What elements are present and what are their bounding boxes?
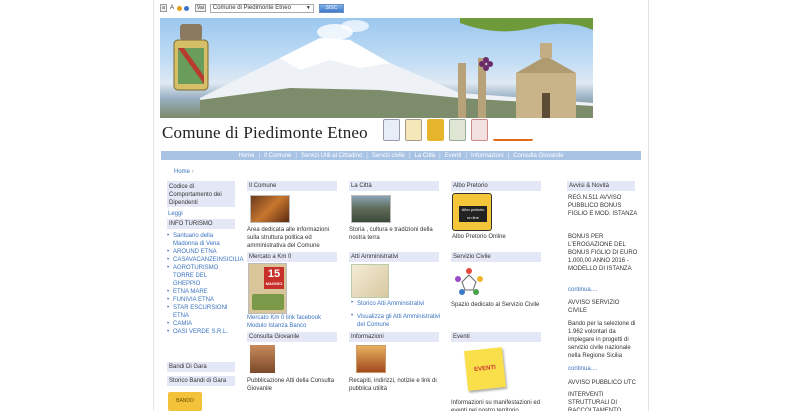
list-item[interactable]: CAMIA (167, 320, 243, 328)
poster-day: 15 (267, 268, 281, 280)
list-item[interactable]: CASAVACANZEINSICILIA (167, 256, 243, 264)
breadcrumb-home[interactable]: Home (174, 169, 190, 175)
nav-item-informazioni[interactable]: Informazioni (471, 153, 504, 159)
albo-text[interactable]: Albo Pretorio Online (452, 233, 506, 241)
visualizza-atti-link[interactable]: Visualizza gli Atti Amministrativi del C… (351, 313, 443, 329)
list-item[interactable]: AROUND ETNA (167, 248, 243, 256)
eventi-text: Informazioni su manifestazioni ed eventi… (451, 400, 541, 411)
mercato-poster-image[interactable]: 15 MAGGIO (248, 263, 287, 314)
atti-header[interactable]: Atti Amministrativi (349, 252, 439, 262)
list-item[interactable]: STAR ESCURSIONI ETNA (167, 304, 229, 320)
news-item-1-text: BONUS PER L'EROGAZIONE DEL BONUS FIGLIO … (568, 234, 638, 272)
servizio-civile-text: Spazio dedicato al Servizio Civile (451, 302, 540, 308)
informazioni-header[interactable]: Informazioni (349, 332, 439, 342)
la-citta-header[interactable]: La Città (349, 181, 439, 191)
nav-item-servizi-civile[interactable]: Servizi civile (372, 153, 405, 159)
news-item-2[interactable]: AVVISO SERVIZIO CIVILE (568, 299, 638, 315)
storico-atti-link[interactable]: Storico Atti Amministrativi (351, 300, 424, 308)
poster-date: 15 MAGGIO (264, 267, 284, 289)
avvisi-header: Avvisi & Novità (567, 181, 635, 191)
continua-link-1[interactable]: continua.... (568, 287, 597, 293)
consulta-header[interactable]: Consulta Giovanile (247, 332, 337, 342)
comune-select-value: Comune di Piedimonte Etneo (212, 4, 291, 11)
servizio-civile-header[interactable]: Servizio Civile (451, 252, 541, 262)
comune-select[interactable]: Comune di Piedimonte Etneo ▼ (209, 3, 314, 13)
albo-pretorio-icon[interactable]: Albo pretorio on line (452, 193, 492, 231)
header-banner (160, 18, 593, 118)
list-item[interactable]: ETNA MARE (167, 288, 243, 296)
news-item-3-text: INTERVENTI STRUTTURALI DI RACCOLTAMENTO (568, 392, 622, 411)
eventi-sticky-note[interactable]: EVENTI (464, 347, 506, 391)
informazioni-image[interactable] (356, 345, 386, 373)
site-title[interactable]: Comune di Piedimonte Etneo (162, 123, 368, 143)
nav-item-consulta[interactable]: Consulta Giovanile (513, 153, 563, 159)
informazioni-text: Recapiti, indirizzi, notizie e link di p… (349, 378, 437, 392)
sicily-logo[interactable] (427, 119, 444, 141)
storico-bandi-link[interactable]: Storico Bandi di Gara (167, 376, 235, 386)
sisc-logo[interactable]: SISC (318, 3, 344, 13)
breadcrumb-separator: › (191, 169, 194, 175)
turismo-list: Santuario della Madonna di Vena AROUND E… (167, 232, 243, 336)
coat-logo[interactable] (405, 119, 422, 141)
news-item-1[interactable]: REG.N.511 AVVISO PUBBLICO BONUS FIGLIO E… (568, 194, 638, 218)
text-size-large-button[interactable]: A (170, 5, 174, 11)
nav-item-eventi[interactable]: Eventi (445, 153, 462, 159)
eventi-header[interactable]: Eventi (451, 332, 541, 342)
consulta-image[interactable] (250, 345, 275, 373)
albo-header[interactable]: Albo Pretorio (451, 181, 541, 191)
province-logo[interactable] (383, 119, 400, 141)
etna-landscape-image (173, 18, 593, 118)
nav-item-la-citta[interactable]: La Città (414, 153, 435, 159)
la-citta-text: Storia , cultura e tradizioni della nost… (349, 227, 433, 241)
council-hall-image[interactable] (250, 195, 290, 223)
accessibility-toolbar: a A Vai Comune di Piedimonte Etneo ▼ SIS… (160, 3, 344, 13)
star-people-icon[interactable] (454, 266, 484, 296)
poster-month: MAGGIO (265, 281, 283, 286)
chevron-down-icon: ▼ (305, 4, 311, 11)
breadcrumb: Home › (174, 169, 194, 175)
main-nav: Home | Il Comune | Servizi Utili al Cittad… (161, 151, 641, 160)
info-turismo-header: INFO TURISMO (167, 219, 235, 229)
contrast-yellow-icon[interactable] (177, 5, 183, 11)
consulta-text: Pubblicazione Atti della Consulta Giovan… (247, 378, 335, 392)
vegetables-graphic (252, 294, 284, 310)
park-logo[interactable] (449, 119, 466, 141)
documents-image[interactable] (351, 264, 389, 298)
wine-logo[interactable] (471, 119, 488, 141)
il-comune-header[interactable]: Il Comune (247, 181, 337, 191)
nav-item-il-comune[interactable]: Il Comune (264, 153, 291, 159)
list-item[interactable]: Santuario della Madonna di Vena (167, 232, 221, 248)
il-comune-text: Area dedicata alle informazioni sulla st… (247, 227, 330, 249)
nav-item-home[interactable]: Home (238, 153, 254, 159)
news-item-3[interactable]: AVVISO PUBBLICO UTC (568, 379, 638, 387)
vai-button[interactable]: Vai (195, 4, 206, 12)
bullet-icon: • (351, 313, 354, 319)
mercato-header[interactable]: Mercato a Km 0 (247, 252, 337, 262)
list-item[interactable]: AGROTURISMO TORRE DEL GHEPPIO (167, 264, 221, 288)
list-item[interactable]: OASI VERDE S.R.L. (167, 328, 243, 336)
route-logo[interactable] (493, 119, 533, 141)
partner-logos (383, 119, 533, 141)
codice-comportamento-box[interactable]: Codice di Comportamento dei Dipendenti (167, 181, 235, 207)
bullet-icon: • (351, 300, 354, 306)
bandi-gara-header: Bandi Di Gara (167, 362, 235, 372)
contrast-blue-icon[interactable] (184, 5, 190, 11)
town-street-image[interactable] (351, 195, 391, 223)
nav-item-servizi[interactable]: Servizi Utili al Cittadino (301, 153, 362, 159)
leggi-link[interactable]: Leggi (168, 211, 183, 217)
title-row: Comune di Piedimonte Etneo (160, 118, 593, 146)
bando-icon[interactable]: BANDO (168, 392, 202, 411)
continua-link-2[interactable]: continua.... (568, 366, 597, 372)
albo-pretorio-label: Albo pretorio on line (459, 206, 487, 222)
modulo-istanza-link[interactable]: Modulo Istanza Banco (247, 322, 306, 330)
text-size-small-button[interactable]: a (160, 4, 167, 12)
list-item[interactable]: FUNIVIA ETNA (167, 296, 243, 304)
mercato-facebook-link[interactable]: Mercato Km 0 link facebook (247, 314, 321, 322)
news-item-2-text: Bando per la selezione di 1.962 volontar… (568, 321, 636, 359)
